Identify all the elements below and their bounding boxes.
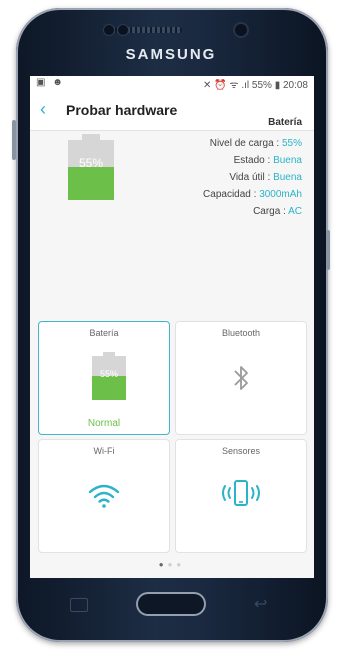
battery-card-percent: 55% [99,369,118,379]
battery-info-title: Batería [268,117,302,128]
back-arrow-icon[interactable]: ‹ [40,99,46,120]
info-row-capacidad: Capacidad : 3000mAh [203,189,302,200]
status-bar: ▣ ☻ ✕ ⏰ ᯤ .ıl 55% ▮ 20:08 [30,76,314,91]
battery-level-icon: 55% [68,134,114,200]
sensors-card[interactable]: Sensores [175,439,307,553]
info-row-vida: Vida útil : Buena [229,172,302,183]
notification-icons: ▣ ☻ [36,77,65,88]
bluetooth-card[interactable]: Bluetooth [175,321,307,435]
battery-icon: 55% [92,352,126,400]
phone-vibrate-icon [222,480,260,506]
page-dot: ● [158,560,168,569]
volume-key [12,120,16,160]
page-title: Probar hardware [66,102,178,118]
info-row-carga: Carga : AC [253,206,302,217]
status-indicators: ✕ ⏰ ᯤ .ıl 55% ▮ 20:08 [203,80,308,91]
sensors-card-title: Sensores [221,446,261,456]
home-button[interactable] [136,592,206,616]
wifi-card-title: Wi-Fi [93,446,115,456]
info-row-estado: Estado : Buena [233,155,302,166]
battery-fill [68,167,114,200]
battery-card-title: Batería [89,328,119,338]
proximity-sensor [104,25,114,35]
screen: ▣ ☻ ✕ ⏰ ᯤ .ıl 55% ▮ 20:08 ‹ Probar hardw… [30,76,314,578]
bluetooth-icon [234,366,248,390]
recent-apps-key[interactable] [70,598,88,612]
wifi-icon [88,484,120,508]
front-camera [235,24,247,36]
info-row-nivel: Nivel de carga : 55% [209,138,302,149]
battery-info: Batería Nivel de carga : 55% Estado : Bu… [203,114,302,220]
brand-logo: SAMSUNG [125,46,217,63]
battery-card-status: Normal [87,418,121,429]
light-sensor [118,25,128,35]
back-key-icon[interactable]: ↩ [254,594,267,614]
page-dot: ● [176,560,186,569]
page-indicator: ●●● [30,560,314,569]
bluetooth-card-title: Bluetooth [221,328,261,338]
power-key [326,230,330,270]
wifi-card[interactable]: Wi-Fi [38,439,170,553]
battery-percent: 55% [78,156,104,170]
battery-card[interactable]: Batería 55% Normal [38,321,170,435]
